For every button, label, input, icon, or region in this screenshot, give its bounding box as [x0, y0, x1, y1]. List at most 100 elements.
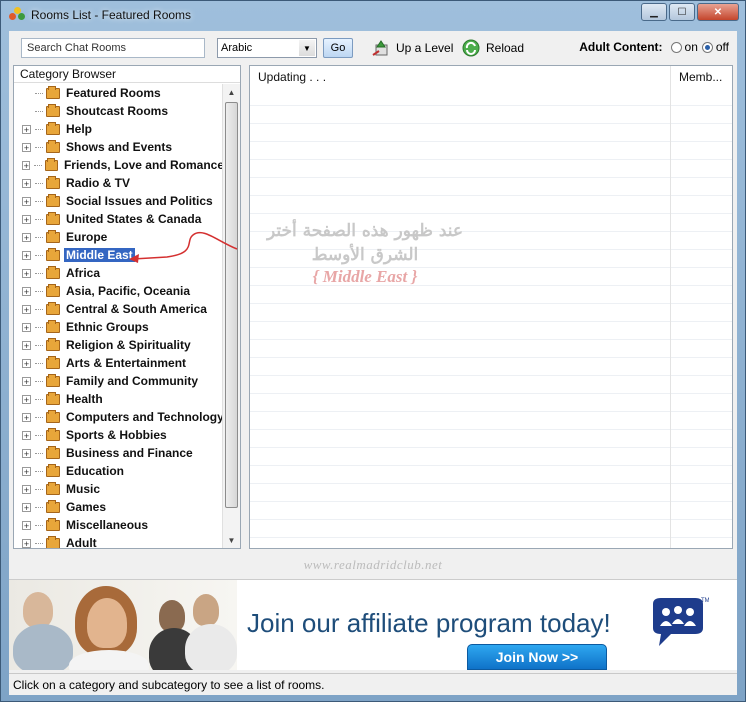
tree-line — [22, 107, 31, 116]
expand-icon[interactable]: + — [22, 232, 31, 242]
category-item[interactable]: + Central & South America — [14, 300, 224, 318]
category-item[interactable]: + Friends, Love and Romance — [14, 156, 224, 174]
tree-connector — [35, 398, 43, 400]
category-item[interactable]: + Radio & TV — [14, 174, 224, 192]
tree-connector — [35, 326, 43, 328]
adult-off-radio[interactable] — [701, 41, 713, 53]
folder-icon — [46, 85, 60, 99]
expand-icon[interactable]: + — [22, 394, 31, 404]
expand-icon[interactable]: + — [22, 376, 31, 386]
category-label: Adult — [66, 536, 97, 549]
category-tree: Featured Rooms Shoutcast Rooms + Help + Shows… — [14, 84, 224, 549]
search-input[interactable]: Search Chat Rooms — [21, 38, 205, 58]
expand-icon[interactable]: + — [22, 250, 31, 260]
expand-icon[interactable]: + — [22, 286, 31, 296]
folder-icon — [46, 409, 60, 423]
expand-icon[interactable]: + — [22, 448, 31, 458]
expand-icon[interactable]: + — [22, 430, 31, 440]
expand-icon[interactable]: + — [22, 322, 31, 332]
join-now-button[interactable]: Join Now >> — [467, 644, 607, 670]
category-scrollbar[interactable]: ▲ ▼ — [222, 84, 240, 548]
title-bar[interactable]: Rooms List - Featured Rooms ▁ ☐ ✕ — [1, 1, 745, 29]
category-item[interactable]: + Shows and Events — [14, 138, 224, 156]
folder-icon — [46, 103, 60, 117]
category-item[interactable]: + Ethnic Groups — [14, 318, 224, 336]
scroll-down-icon[interactable]: ▼ — [223, 532, 240, 548]
minimize-button[interactable]: ▁ — [641, 3, 667, 21]
tree-connector — [35, 290, 43, 292]
category-label: Africa — [66, 266, 101, 280]
category-item[interactable]: + Health — [14, 390, 224, 408]
ad-banner[interactable]: Join our affiliate program today! Join N… — [9, 579, 737, 670]
expand-icon[interactable]: + — [22, 412, 31, 422]
members-column-header[interactable]: Memb... — [671, 66, 732, 88]
folder-icon — [46, 319, 60, 333]
expand-icon[interactable]: + — [22, 124, 31, 134]
expand-icon[interactable]: + — [22, 502, 31, 512]
category-label: Sports & Hobbies — [66, 428, 167, 442]
category-item[interactable]: + Miscellaneous — [14, 516, 224, 534]
expand-icon[interactable]: + — [22, 520, 31, 530]
category-item[interactable]: + Help — [14, 120, 224, 138]
category-item[interactable]: + Business and Finance — [14, 444, 224, 462]
expand-icon[interactable]: + — [22, 466, 31, 476]
category-label: Arts & Entertainment — [66, 356, 187, 370]
scroll-up-icon[interactable]: ▲ — [223, 84, 240, 100]
category-item[interactable]: + Games — [14, 498, 224, 516]
go-button[interactable]: Go — [323, 38, 353, 58]
tree-connector — [35, 110, 43, 112]
ad-headline: Join our affiliate program today! — [247, 608, 611, 638]
folder-icon — [44, 157, 58, 171]
maximize-button[interactable]: ☐ — [669, 3, 695, 21]
expand-icon[interactable]: + — [22, 268, 31, 278]
category-item[interactable]: + Arts & Entertainment — [14, 354, 224, 372]
folder-icon — [46, 481, 60, 495]
category-item[interactable]: + Social Issues and Politics — [14, 192, 224, 210]
folder-icon — [46, 121, 60, 135]
category-label: Computers and Technology — [66, 410, 224, 424]
category-item[interactable]: + Music — [14, 480, 224, 498]
expand-icon[interactable]: + — [22, 214, 31, 224]
expand-icon[interactable]: + — [22, 358, 31, 368]
category-item[interactable]: + Family and Community — [14, 372, 224, 390]
scroll-thumb[interactable] — [225, 102, 238, 508]
adult-on-radio[interactable] — [670, 41, 682, 53]
expand-icon[interactable]: + — [22, 538, 31, 548]
category-item[interactable]: + Asia, Pacific, Oceania — [14, 282, 224, 300]
category-item[interactable]: + Adult — [14, 534, 224, 549]
category-item[interactable]: + Sports & Hobbies — [14, 426, 224, 444]
expand-icon[interactable]: + — [22, 484, 31, 494]
language-select[interactable]: Arabic ▼ — [217, 38, 317, 58]
expand-icon[interactable]: + — [22, 142, 31, 152]
category-item[interactable]: + Religion & Spirituality — [14, 336, 224, 354]
room-name-column-header[interactable]: Updating . . . — [250, 66, 670, 88]
up-level-button[interactable]: Up a Level — [371, 37, 453, 59]
tree-connector — [35, 200, 43, 202]
category-label: Europe — [66, 230, 108, 244]
category-item[interactable]: Shoutcast Rooms — [14, 102, 224, 120]
expand-icon[interactable]: + — [22, 160, 31, 170]
folder-icon — [46, 355, 60, 369]
expand-icon[interactable]: + — [22, 178, 31, 188]
tree-connector — [35, 488, 43, 490]
tree-connector — [35, 380, 43, 382]
rooms-list: Updating . . . Memb... — [249, 65, 733, 549]
category-item[interactable]: + United States & Canada — [14, 210, 224, 228]
expand-icon[interactable]: + — [22, 196, 31, 206]
watermark: www.realmadridclub.net — [9, 553, 737, 577]
folder-icon — [46, 193, 60, 207]
tree-connector — [35, 542, 43, 544]
category-item[interactable]: + Computers and Technology — [14, 408, 224, 426]
expand-icon[interactable]: + — [22, 304, 31, 314]
category-item[interactable]: Featured Rooms — [14, 84, 224, 102]
category-label: Education — [66, 464, 125, 478]
reload-button[interactable]: Reload — [461, 37, 524, 59]
category-item[interactable]: + Education — [14, 462, 224, 480]
adult-content-label: Adult Content: — [579, 40, 663, 54]
close-button[interactable]: ✕ — [697, 3, 739, 21]
category-browser-header: Category Browser — [14, 66, 240, 83]
expand-icon[interactable]: + — [22, 340, 31, 350]
column-separator[interactable] — [670, 66, 671, 548]
maximize-icon: ☐ — [677, 6, 687, 18]
folder-icon — [46, 445, 60, 459]
